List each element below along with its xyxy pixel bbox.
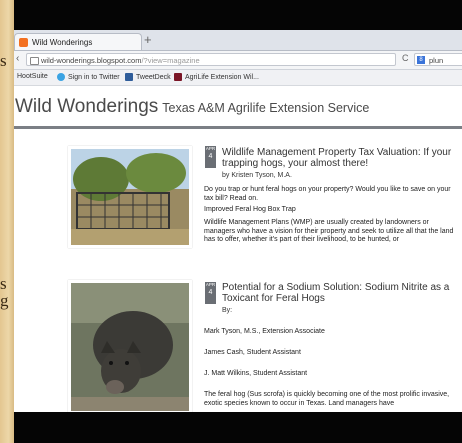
page-icon — [30, 57, 39, 65]
bookmarks-bar: HootSuite Sign in to Twitter TweetDeck A… — [14, 70, 462, 86]
blog-title-text: Wild Wonderings — [15, 96, 159, 117]
url-path: /?view=magazine — [141, 56, 200, 65]
badge-day: 4 — [208, 153, 213, 160]
bookmark-label: TweetDeck — [136, 73, 171, 81]
date-badge: APR 4 — [205, 282, 216, 304]
bookmark-tweetdeck[interactable]: TweetDeck — [125, 73, 171, 81]
search-input[interactable]: 8 plun — [414, 53, 462, 66]
url-host: wild-wonderings.blogspot.com — [41, 56, 142, 65]
post-paragraph: Improved Feral Hog Box Trap — [204, 206, 296, 213]
date-badge: APR 4 — [205, 146, 216, 168]
post-paragraph: Mark Tyson, M.S., Extension Associate — [204, 328, 325, 335]
search-text: plun — [429, 56, 444, 65]
post-title[interactable]: Potential for a Sodium Solution: Sodium … — [222, 282, 460, 304]
badge-day: 4 — [208, 289, 213, 296]
blogger-icon — [19, 37, 28, 47]
address-bar[interactable]: wild-wonderings.blogspot.com/?view=magaz… — [26, 53, 396, 66]
bookmark-label: AgriLife Extension Wil... — [185, 73, 259, 81]
slide-text-fragment: g — [0, 291, 9, 310]
bookmark-label: Sign in to Twitter — [68, 73, 120, 81]
post-paragraph: J. Matt Wilkins, Student Assistant — [204, 370, 308, 377]
reload-icon[interactable]: C — [402, 53, 409, 63]
tab-bar: Wild Wonderings + — [14, 30, 462, 51]
post-paragraph: Wildlife Management Plans (WMP) are usua… — [204, 219, 454, 243]
blog-header: Wild Wonderings Texas A&M Agrilife Extens… — [14, 86, 462, 129]
blog-title[interactable]: Wild Wonderings Texas A&M Agrilife Extens… — [15, 96, 369, 118]
slide-text-fragment: s — [0, 51, 7, 70]
post-title[interactable]: Wildlife Management Property Tax Valuati… — [222, 147, 460, 169]
blog-subtitle: Texas A&M Agrilife Extension Service — [162, 101, 370, 115]
hog-trap-photo[interactable] — [68, 146, 192, 248]
bookmark-twitter[interactable]: Sign in to Twitter — [57, 73, 120, 81]
google-icon: 8 — [417, 56, 425, 64]
post-paragraph: James Cash, Student Assistant — [204, 349, 301, 356]
tab-wild-wonderings[interactable]: Wild Wonderings — [14, 33, 142, 50]
new-tab-button[interactable]: + — [144, 32, 152, 47]
tab-title: Wild Wonderings — [32, 37, 93, 47]
agrilife-icon — [174, 73, 182, 81]
post-byline: by Kristen Tyson, M.A. — [222, 172, 292, 179]
bookmark-hootsuite[interactable]: HootSuite — [17, 73, 48, 80]
tweetdeck-icon — [125, 73, 133, 81]
feral-hog-photo[interactable] — [68, 280, 192, 412]
bookmark-label: HootSuite — [17, 73, 48, 80]
letterbox-top — [14, 0, 462, 30]
post-paragraph: The feral hog (Sus scrofa) is quickly be… — [204, 391, 450, 407]
back-icon[interactable]: ‹ — [16, 53, 19, 64]
letterbox-bottom — [14, 412, 462, 443]
browser-window: Wild Wonderings + ‹ wild-wonderings.blog… — [14, 30, 462, 412]
post-byline: By: — [222, 307, 233, 314]
bookmark-agrilife[interactable]: AgriLife Extension Wil... — [174, 73, 259, 81]
navigation-bar: ‹ wild-wonderings.blogspot.com/?view=mag… — [14, 51, 462, 70]
twitter-bird-icon — [57, 73, 65, 81]
post-paragraph: Do you trap or hunt feral hogs on your p… — [204, 186, 451, 202]
post-list: APR 4 Wildlife Management Property Tax V… — [14, 130, 462, 412]
